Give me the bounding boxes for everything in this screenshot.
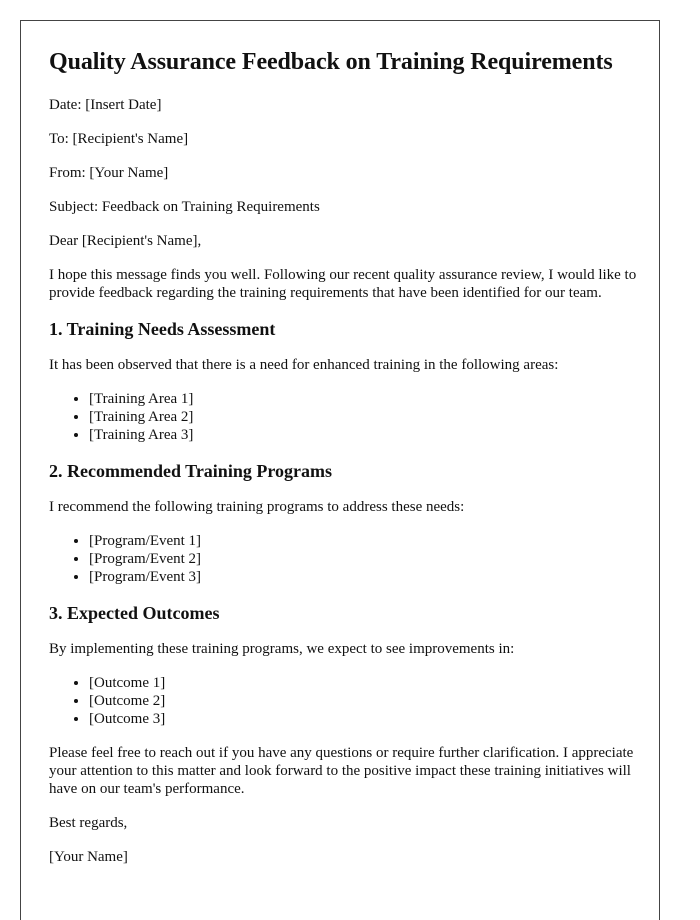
date-line: Date: [Insert Date] (49, 97, 162, 113)
list-item: [Program/Event 2] (89, 550, 639, 568)
list-item: [Outcome 3] (89, 710, 639, 728)
section-heading: 2. Recommended Training Programs (49, 461, 332, 481)
signature: [Your Name] (49, 849, 128, 865)
to-line: To: [Recipient's Name] (49, 131, 189, 147)
intro-paragraph: I hope this message finds you well. Foll… (49, 267, 637, 301)
list-item: [Outcome 2] (89, 692, 639, 710)
programs-list: [Program/Event 1] [Program/Event 2] [Pro… (49, 532, 639, 586)
closing-paragraph: Please feel free to reach out if you hav… (49, 745, 634, 797)
letter-page: Quality Assurance Feedback on Training R… (20, 20, 660, 920)
list-item: [Program/Event 3] (89, 568, 639, 586)
section-heading: 1. Training Needs Assessment (49, 319, 276, 339)
subject-line: Subject: Feedback on Training Requiremen… (49, 199, 320, 215)
list-item: [Training Area 2] (89, 408, 639, 426)
letter-title: Quality Assurance Feedback on Training R… (49, 49, 613, 75)
section-text: By implementing these training programs,… (49, 641, 515, 657)
training-areas-list: [Training Area 1] [Training Area 2] [Tra… (49, 390, 639, 444)
section-text: It has been observed that there is a nee… (49, 357, 559, 373)
signoff: Best regards, (49, 815, 128, 831)
section-heading: 3. Expected Outcomes (49, 603, 220, 623)
from-line: From: [Your Name] (49, 165, 169, 181)
list-item: [Outcome 1] (89, 674, 639, 692)
list-item: [Program/Event 1] (89, 532, 639, 550)
list-item: [Training Area 1] (89, 390, 639, 408)
section-text: I recommend the following training progr… (49, 499, 465, 515)
salutation: Dear [Recipient's Name], (49, 233, 202, 249)
letter-body: Date: [Insert Date] To: [Recipient's Nam… (49, 96, 639, 882)
list-item: [Training Area 3] (89, 426, 639, 444)
outcomes-list: [Outcome 1] [Outcome 2] [Outcome 3] (49, 674, 639, 728)
